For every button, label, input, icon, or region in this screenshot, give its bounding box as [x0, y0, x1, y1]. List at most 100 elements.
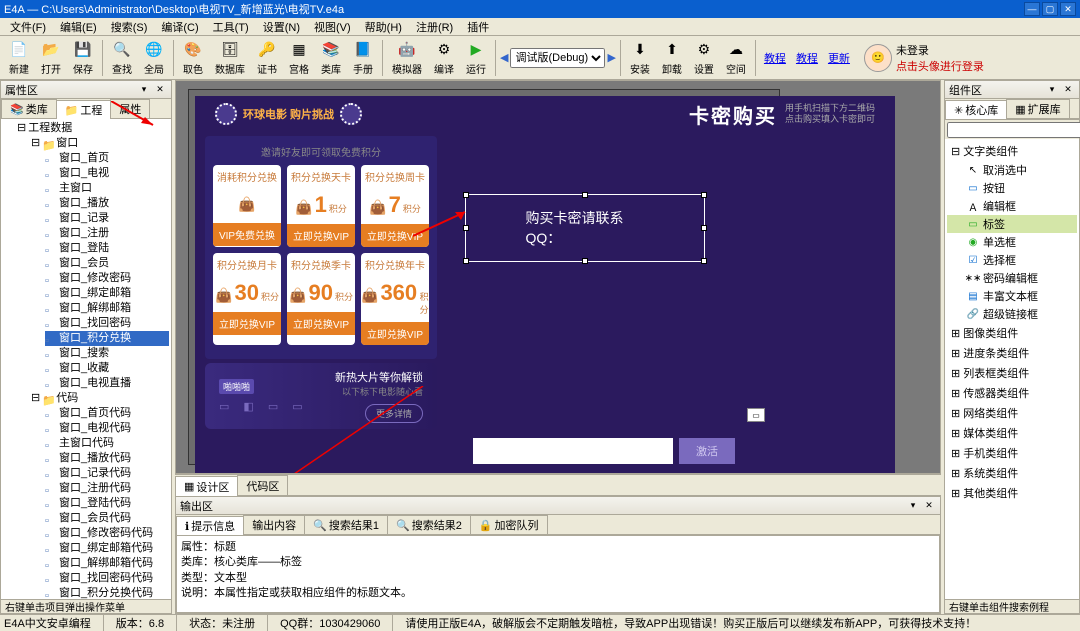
tb-cert[interactable]: 🔑证书 — [252, 37, 282, 79]
exchange-btn[interactable]: VIP免费兑换 — [213, 223, 281, 246]
activate-btn[interactable]: 激活 — [679, 438, 735, 464]
link-update[interactable]: 更新 — [824, 50, 854, 66]
avatar-icon[interactable]: 🙂 — [864, 44, 892, 72]
tab-hint[interactable]: ℹ提示信息 — [176, 516, 244, 535]
project-tree[interactable]: ⊟ 工程数据 ⊟ 📁窗口 ▫窗口_首页▫窗口_电视▫主窗口▫窗口_播放▫窗口_记… — [1, 119, 171, 599]
component-group[interactable]: ⊞ 媒体类组件 — [947, 423, 1077, 443]
tb-space[interactable]: ☁空间 — [721, 37, 751, 79]
component-search[interactable] — [947, 122, 1080, 138]
tree-code-item[interactable]: ▫窗口_电视代码 — [45, 421, 169, 436]
component-group[interactable]: ⊞ 传感器类组件 — [947, 383, 1077, 403]
tb-new[interactable]: 📄新建 — [4, 37, 34, 79]
tree-root[interactable]: ⊟ 工程数据 — [17, 121, 169, 136]
menu-plugin[interactable]: 插件 — [461, 18, 495, 36]
comp-edit[interactable]: Ａ编辑框 — [947, 197, 1077, 215]
menu-view[interactable]: 视图(V) — [308, 18, 357, 36]
menu-edit[interactable]: 编辑(E) — [54, 18, 103, 36]
tree-code-item[interactable]: ▫窗口_绑定邮箱代码 — [45, 541, 169, 556]
tree-window-item[interactable]: ▫窗口_修改密码 — [45, 271, 169, 286]
tb-open[interactable]: 📂打开 — [36, 37, 66, 79]
tree-window-item[interactable]: ▫窗口_积分兑换 — [45, 331, 169, 346]
exchange-btn[interactable]: 立即兑换VIP — [287, 224, 355, 247]
maximize-button[interactable]: ▢ — [1042, 2, 1058, 16]
tb-lib[interactable]: 📚类库 — [316, 37, 346, 79]
component-group[interactable]: ⊞ 网络类组件 — [947, 403, 1077, 423]
tree-code[interactable]: ⊟ 📁代码 — [31, 391, 169, 406]
panel-pin-icon[interactable]: ▾ — [137, 84, 151, 96]
tree-window-item[interactable]: ▫窗口_收藏 — [45, 361, 169, 376]
points-card[interactable]: 消耗积分兑换👜VIP免费兑换 — [213, 165, 281, 247]
tree-windows[interactable]: ⊟ 📁窗口 — [31, 136, 169, 151]
tb-global[interactable]: 🌐全局 — [139, 37, 169, 79]
tree-code-item[interactable]: ▫窗口_积分兑换代码 — [45, 586, 169, 599]
component-group[interactable]: ⊞ 图像类组件 — [947, 323, 1077, 343]
prev-icon[interactable]: ◀ — [500, 51, 508, 64]
promo-more-btn[interactable]: 更多详情 — [365, 404, 423, 423]
comp-richtext[interactable]: ▤丰富文本框 — [947, 287, 1077, 305]
tree-window-item[interactable]: ▫窗口_搜索 — [45, 346, 169, 361]
tree-code-item[interactable]: ▫窗口_首页代码 — [45, 406, 169, 421]
tree-window-item[interactable]: ▫窗口_播放 — [45, 196, 169, 211]
tb-emu[interactable]: 🤖模拟器 — [387, 37, 427, 79]
login-area[interactable]: 🙂 未登录 点击头像进行登录 — [864, 42, 984, 74]
menu-compile[interactable]: 编译(C) — [155, 18, 204, 36]
tree-code-item[interactable]: ▫窗口_修改密码代码 — [45, 526, 169, 541]
panel-pin-icon[interactable]: ▾ — [1045, 84, 1059, 96]
menu-tools[interactable]: 工具(T) — [207, 18, 255, 36]
grp-text[interactable]: ⊟ 文字类组件 — [947, 141, 1077, 161]
next-icon[interactable]: ▶ — [607, 51, 615, 64]
menu-help[interactable]: 帮助(H) — [359, 18, 408, 36]
exchange-btn[interactable]: 立即兑换VIP — [213, 312, 281, 335]
tree-code-item[interactable]: ▫窗口_登陆代码 — [45, 496, 169, 511]
tb-install[interactable]: ⬇安装 — [625, 37, 655, 79]
tree-window-item[interactable]: ▫主窗口 — [45, 181, 169, 196]
close-button[interactable]: ✕ — [1060, 2, 1076, 16]
points-card[interactable]: 积分兑换季卡👜90积分立即兑换VIP — [287, 253, 355, 345]
tab-encrypt[interactable]: 🔒加密队列 — [470, 515, 548, 534]
component-group[interactable]: ⊞ 手机类组件 — [947, 443, 1077, 463]
link-tutorial2[interactable]: 教程 — [792, 50, 822, 66]
points-card[interactable]: 积分兑换年卡👜360积分立即兑换VIP — [361, 253, 429, 345]
tb-db[interactable]: 🗄数据库 — [210, 37, 250, 79]
tab-search2[interactable]: 🔍搜索结果2 — [387, 515, 471, 534]
tree-window-item[interactable]: ▫窗口_电视 — [45, 166, 169, 181]
component-group[interactable]: ⊞ 列表框类组件 — [947, 363, 1077, 383]
menu-search[interactable]: 搜索(S) — [105, 18, 154, 36]
tree-code-item[interactable]: ▫窗口_会员代码 — [45, 511, 169, 526]
comp-label[interactable]: ▭标签 — [947, 215, 1077, 233]
comp-check[interactable]: ☑选择框 — [947, 251, 1077, 269]
menu-register[interactable]: 注册(R) — [410, 18, 459, 36]
points-card[interactable]: 积分兑换天卡👜1积分立即兑换VIP — [287, 165, 355, 247]
tree-window-item[interactable]: ▫窗口_绑定邮箱 — [45, 286, 169, 301]
tree-code-item[interactable]: ▫窗口_记录代码 — [45, 466, 169, 481]
points-card[interactable]: 积分兑换周卡👜7积分立即兑换VIP — [361, 165, 429, 247]
tab-corelib[interactable]: ✳核心库 — [945, 100, 1007, 119]
tree-code-item[interactable]: ▫窗口_注册代码 — [45, 481, 169, 496]
points-card[interactable]: 积分兑换月卡👜30积分立即兑换VIP — [213, 253, 281, 345]
tab-output[interactable]: 输出内容 — [243, 515, 305, 534]
tb-manual[interactable]: 📘手册 — [348, 37, 378, 79]
tab-design[interactable]: ▦设计区 — [175, 476, 238, 496]
tree-window-item[interactable]: ▫窗口_记录 — [45, 211, 169, 226]
panel-close-icon[interactable]: ✕ — [1061, 84, 1075, 96]
tb-run[interactable]: ▶运行 — [461, 37, 491, 79]
tree-code-item[interactable]: ▫窗口_播放代码 — [45, 451, 169, 466]
panel-close-icon[interactable]: ✕ — [153, 84, 167, 96]
tb-color[interactable]: 🎨取色 — [178, 37, 208, 79]
tree-window-item[interactable]: ▫窗口_注册 — [45, 226, 169, 241]
component-list[interactable]: ⊟ 文字类组件 ↖取消选中 ▭按钮 Ａ编辑框 ▭标签 ◉单选框 ☑选择框 ∗∗密… — [945, 139, 1079, 599]
tab-property[interactable]: 属性 — [110, 99, 150, 118]
tb-settings[interactable]: ⚙设置 — [689, 37, 719, 79]
tree-window-item[interactable]: ▫窗口_电视直播 — [45, 376, 169, 391]
tab-extlib[interactable]: ▦扩展库 — [1006, 99, 1069, 118]
panel-pin-icon[interactable]: ▾ — [906, 500, 920, 512]
tb-find[interactable]: 🔍查找 — [107, 37, 137, 79]
tb-uninstall[interactable]: ⬆卸载 — [657, 37, 687, 79]
comp-radio[interactable]: ◉单选框 — [947, 233, 1077, 251]
comp-button[interactable]: ▭按钮 — [947, 179, 1077, 197]
tree-code-item[interactable]: ▫窗口_解绑邮箱代码 — [45, 556, 169, 571]
tab-lib[interactable]: 📚类库 — [1, 99, 57, 118]
card-input[interactable] — [473, 438, 673, 464]
tb-compile[interactable]: ⚙编译 — [429, 37, 459, 79]
link-tutorial1[interactable]: 教程 — [760, 50, 790, 66]
